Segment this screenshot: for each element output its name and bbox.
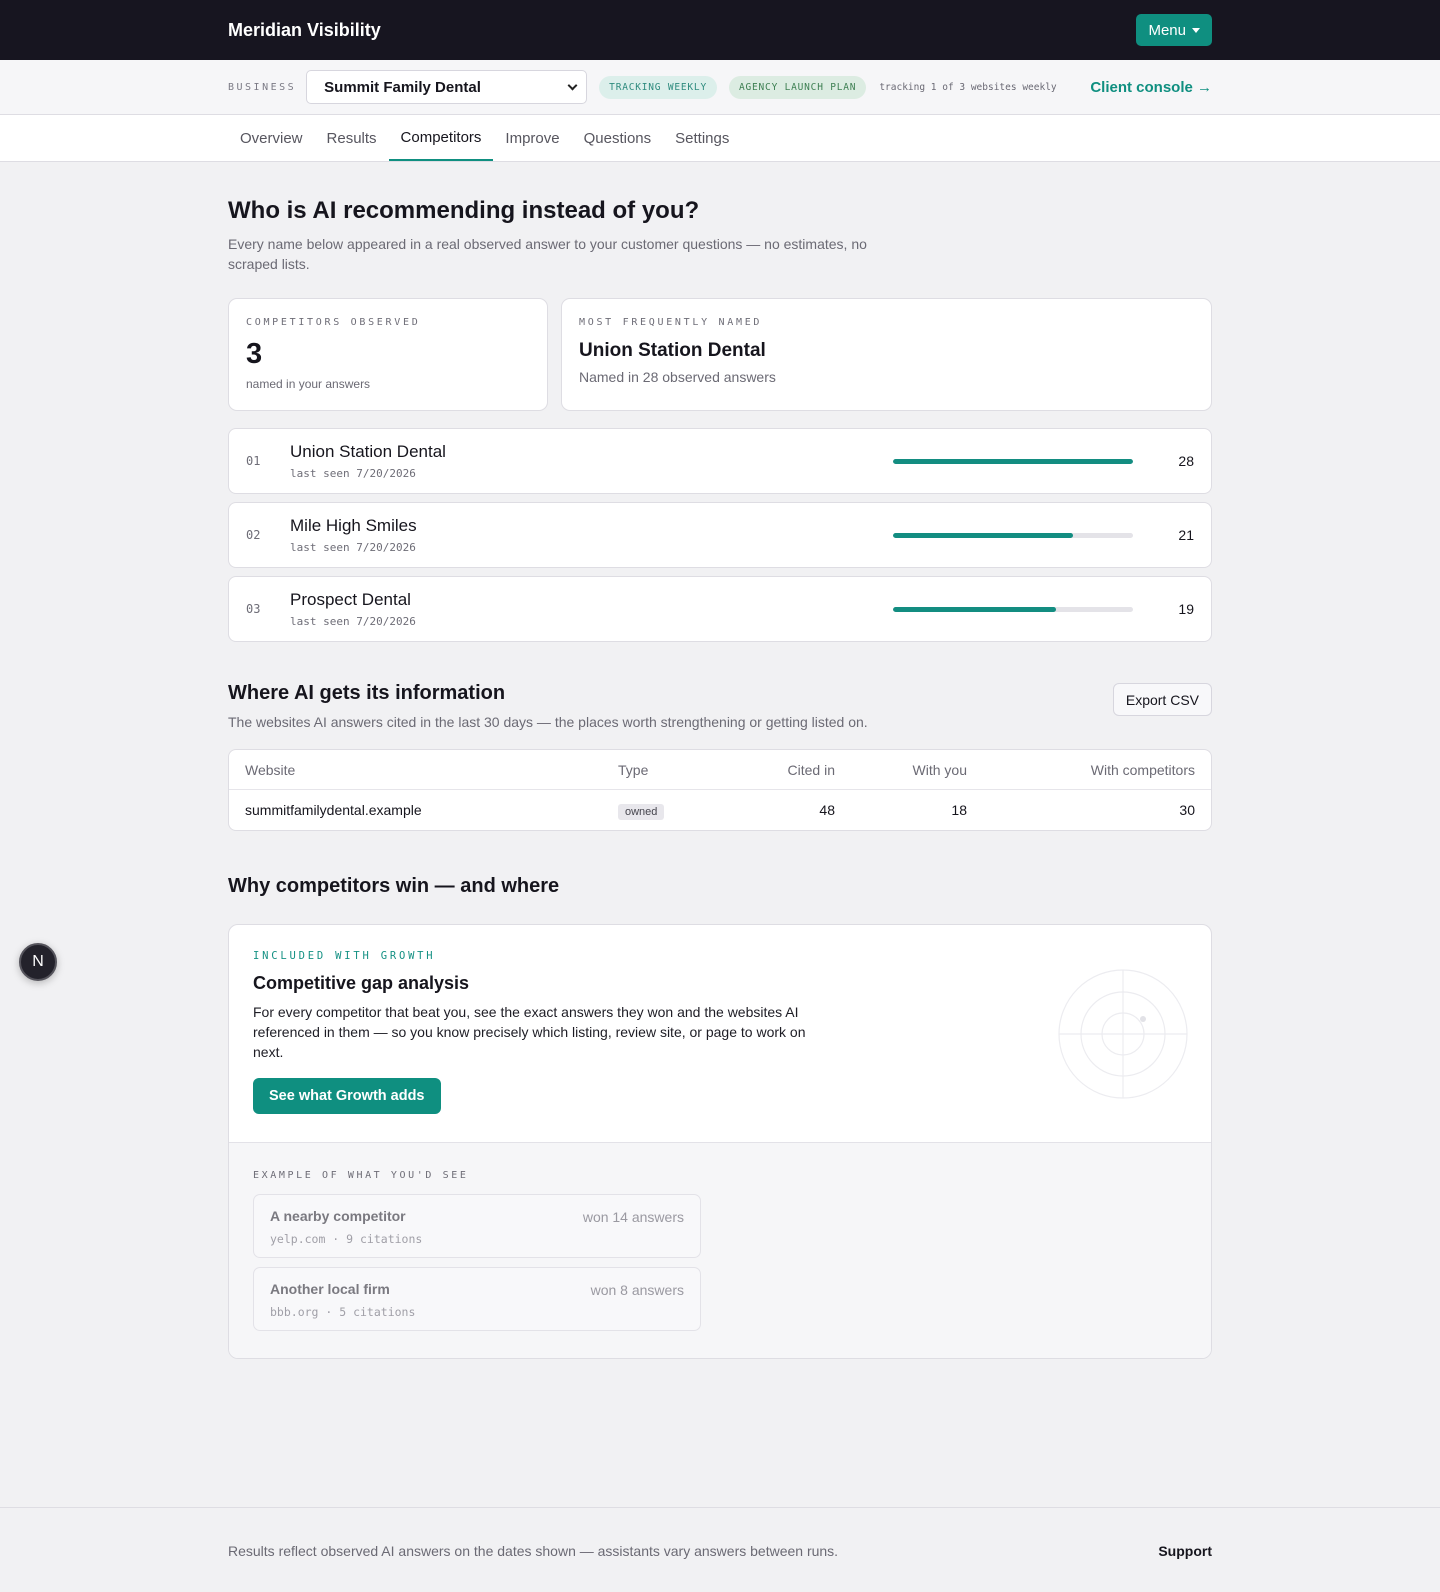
competitor-name: Prospect Dental <box>290 590 411 609</box>
page-subtitle: Every name below appeared in a real obse… <box>228 236 867 272</box>
column-header-cited-in[interactable]: Cited in <box>701 762 835 778</box>
menu-label: Menu <box>1148 21 1186 39</box>
upsell-title: Competitive gap analysis <box>253 973 470 993</box>
example-meta: yelp.com · 9 citations <box>270 1232 423 1246</box>
column-header-with-competitors[interactable]: With competitors <box>967 762 1195 778</box>
sources-table: Website Type Cited in With you With comp… <box>228 749 1212 831</box>
sources-title: Where AI gets its information <box>228 682 506 704</box>
column-header-type[interactable]: Type <box>618 762 701 778</box>
brand-logo[interactable]: Meridian Visibility <box>228 20 381 41</box>
tab-bar: Overview Results Competitors Improve Que… <box>0 115 1440 162</box>
competitor-last-seen: last seen 7/20/2026 <box>290 615 416 628</box>
example-item: A nearby competitor won 14 answers yelp.… <box>253 1194 701 1258</box>
page-title: Who is AI recommending instead of you? <box>228 197 700 224</box>
tab-settings[interactable]: Settings <box>663 115 741 161</box>
mention-share-fill <box>893 606 1057 612</box>
card-kicker: COMPETITORS OBSERVED <box>246 317 421 328</box>
upsell-card: INCLUDED WITH GROWTH Competitive gap ana… <box>228 924 1212 1359</box>
radar-icon <box>1058 969 1188 1099</box>
why-title: Why competitors win — and where <box>228 875 560 897</box>
business-select-value: Summit Family Dental <box>324 78 481 96</box>
competitor-list: 01 Union Station Dental last seen 7/20/2… <box>228 428 1212 642</box>
main-content: Who is AI recommending instead of you? E… <box>228 197 1212 1359</box>
most-frequent-note: Named in 28 observed answers <box>579 369 776 385</box>
tab-results[interactable]: Results <box>315 115 389 161</box>
mention-count: 28 <box>1178 453 1194 469</box>
mention-share-bar <box>893 458 1133 464</box>
tab-improve[interactable]: Improve <box>493 115 571 161</box>
mention-share-fill <box>893 458 1133 464</box>
mention-count: 21 <box>1178 527 1194 543</box>
assistant-letter-icon: N <box>32 953 44 970</box>
caret-down-icon <box>1192 27 1200 33</box>
tracking-pill: TRACKING WEEKLY <box>599 75 717 99</box>
export-csv-button[interactable]: Export CSV <box>1112 683 1212 716</box>
competitor-row[interactable]: 01 Union Station Dental last seen 7/20/2… <box>228 428 1212 494</box>
card-note: named in your answers <box>246 377 371 391</box>
competitor-rank: 03 <box>246 602 261 616</box>
top-bar: Meridian Visibility Menu <box>0 0 1440 60</box>
menu-button[interactable]: Menu <box>1136 14 1212 46</box>
most-frequent-card: MOST FREQUENTLY NAMED Union Station Dent… <box>561 298 1212 411</box>
example-kicker: EXAMPLE OF WHAT YOU'D SEE <box>253 1170 469 1181</box>
footer-note: Results reflect observed AI answers on t… <box>228 1543 839 1559</box>
mention-share-fill <box>893 532 1073 538</box>
support-link[interactable]: Support <box>1158 1543 1212 1559</box>
upsell-kicker: INCLUDED WITH GROWTH <box>253 950 436 962</box>
competitor-row[interactable]: 03 Prospect Dental last seen 7/20/2026 1… <box>228 576 1212 642</box>
competitor-rank: 02 <box>246 528 261 542</box>
source-cited-in: 48 <box>819 802 835 818</box>
business-select[interactable]: Summit Family Dental <box>306 70 588 104</box>
table-row[interactable]: summitfamilydental.example owned 48 18 3… <box>229 790 1211 830</box>
table-header: Website Type Cited in With you With comp… <box>229 750 1211 790</box>
example-won: won 8 answers <box>590 1282 684 1298</box>
business-label: BUSINESS <box>228 81 297 93</box>
sources-subtitle: The websites AI answers cited in the las… <box>228 714 868 730</box>
competitor-name: Union Station Dental <box>290 442 446 461</box>
tab-competitors[interactable]: Competitors <box>388 115 494 161</box>
mention-count: 19 <box>1178 601 1194 617</box>
tab-questions[interactable]: Questions <box>572 115 664 161</box>
competitor-count: 3 <box>246 338 263 370</box>
competitor-row[interactable]: 02 Mile High Smiles last seen 7/20/2026 … <box>228 502 1212 568</box>
card-kicker: MOST FREQUENTLY NAMED <box>579 317 763 328</box>
upsell-description: For every competitor that beat you, see … <box>253 1004 806 1060</box>
business-bar: BUSINESS Summit Family Dental TRACKING W… <box>0 60 1440 115</box>
example-meta: bbb.org · 5 citations <box>270 1305 416 1319</box>
plan-pill: AGENCY LAUNCH PLAN <box>728 75 867 99</box>
source-with-competitors: 30 <box>1179 802 1195 818</box>
tab-overview[interactable]: Overview <box>228 115 315 161</box>
tracking-status: tracking 1 of 3 websites weekly <box>879 81 1057 93</box>
client-console-link[interactable]: Client console → <box>1090 79 1212 96</box>
competitors-observed-card: COMPETITORS OBSERVED 3 named in your ans… <box>228 298 548 411</box>
mention-share-bar <box>893 532 1133 538</box>
footer: Results reflect observed AI answers on t… <box>0 1507 1440 1592</box>
example-won: won 14 answers <box>582 1209 684 1225</box>
mention-share-bar <box>893 606 1133 612</box>
example-item: Another local firm won 8 answers bbb.org… <box>253 1267 701 1331</box>
see-growth-button[interactable]: See what Growth adds <box>253 1078 441 1114</box>
competitor-last-seen: last seen 7/20/2026 <box>290 541 416 554</box>
competitor-name: Mile High Smiles <box>290 516 417 535</box>
source-website: summitfamilydental.example <box>245 802 422 818</box>
competitor-last-seen: last seen 7/20/2026 <box>290 467 416 480</box>
source-type-badge: owned <box>618 804 665 820</box>
column-header-with-you[interactable]: With you <box>835 762 967 778</box>
column-header-website[interactable]: Website <box>245 762 618 778</box>
assistant-fab-button[interactable]: N <box>19 943 57 981</box>
most-frequent-name: Union Station Dental <box>579 340 766 361</box>
competitor-rank: 01 <box>246 454 261 468</box>
source-with-you: 18 <box>951 802 967 818</box>
chevron-down-icon <box>567 80 578 90</box>
